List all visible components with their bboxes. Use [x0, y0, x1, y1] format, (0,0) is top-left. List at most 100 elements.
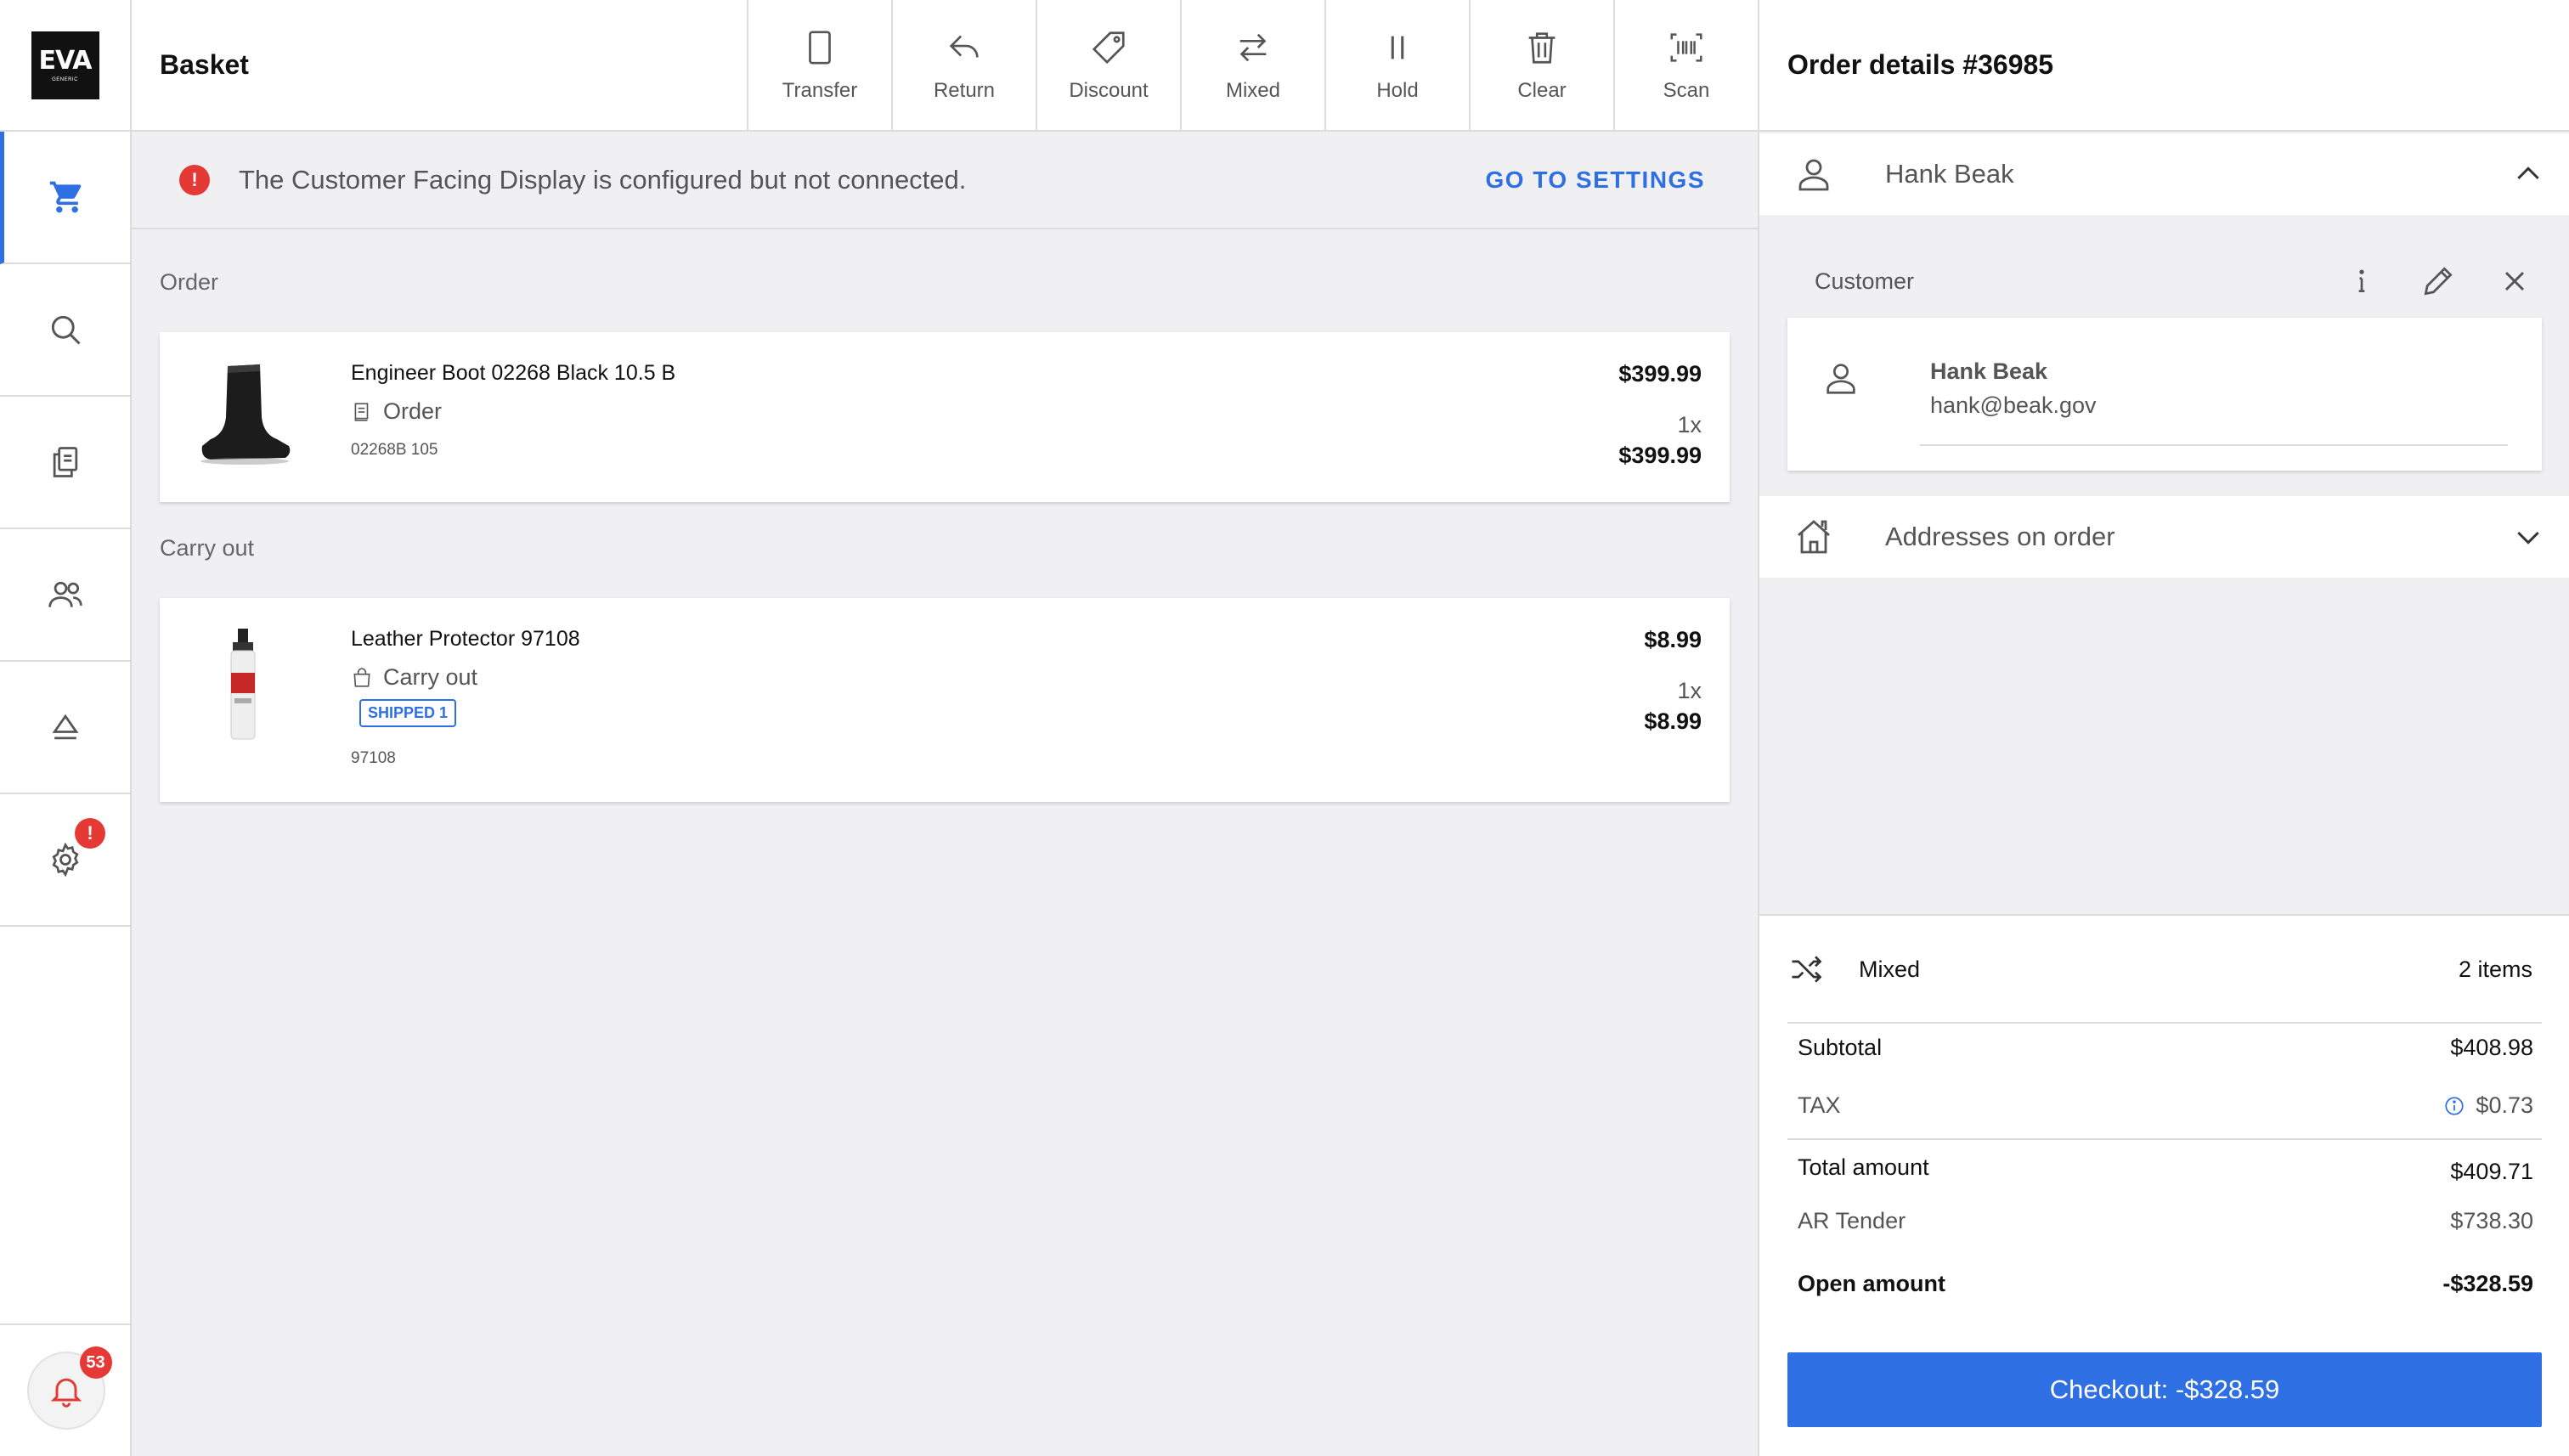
bell-icon: [50, 1378, 82, 1408]
discount-label: Discount: [1069, 78, 1149, 102]
return-button[interactable]: Return: [891, 0, 1036, 130]
total-label: Total amount: [1798, 1154, 1929, 1180]
tender-value: $738.30: [2450, 1208, 2533, 1233]
eva-logo[interactable]: EVA GENERIC: [31, 31, 99, 99]
quantity[interactable]: 1x: [1677, 678, 1702, 704]
scan-label: Scan: [1663, 78, 1710, 102]
shuffle-icon: [1792, 956, 1822, 983]
subtotal-label: Subtotal: [1798, 1035, 1883, 1060]
mixed-label: Mixed: [1225, 78, 1281, 102]
home-icon: [1798, 520, 1830, 554]
item-type-label: Order: [383, 398, 443, 424]
cart-icon: [49, 181, 82, 213]
edit-customer-button[interactable]: [2418, 261, 2459, 302]
return-icon: [949, 35, 979, 58]
close-icon: [2504, 271, 2525, 291]
total-row: Total amount $409.71: [1798, 1150, 2533, 1185]
addresses-accordion-title: Addresses on order: [1885, 522, 2115, 551]
display-alert: ! The Customer Facing Display is configu…: [132, 132, 1758, 229]
line-total: $8.99: [1644, 708, 1702, 734]
item-type: Order: [351, 398, 442, 425]
scan-button[interactable]: Scan: [1613, 0, 1758, 130]
logo-subtext: GENERIC: [52, 76, 78, 82]
tax-value-wrap: $0.73: [2443, 1092, 2533, 1119]
person-icon: [1827, 364, 1855, 394]
open-amount-label: Open amount: [1798, 1271, 1945, 1296]
eject-icon: [52, 714, 78, 740]
clear-label: Clear: [1517, 78, 1567, 102]
total-value: $409.71: [2450, 1159, 2533, 1184]
gear-icon: [52, 842, 78, 878]
transfer-label: Transfer: [782, 78, 858, 102]
boot-image: [200, 364, 291, 465]
nav-eject[interactable]: [0, 662, 130, 794]
item-type-label: Carry out: [383, 664, 478, 690]
info-button[interactable]: [2341, 261, 2382, 302]
customer-section-label: Customer: [1815, 268, 1915, 294]
tablet-icon: [809, 30, 831, 65]
line-total: $399.99: [1618, 443, 1702, 468]
product-sku: 97108: [351, 749, 396, 767]
delivery-mode: Mixed: [1859, 956, 1921, 982]
item-count: 2 items: [2458, 956, 2532, 982]
users-icon: [48, 581, 82, 607]
customer-card[interactable]: Hank Beak hank@beak.gov: [1787, 318, 2542, 471]
line-item[interactable]: Leather Protector 97108 Carry out SHIPPE…: [160, 598, 1730, 802]
customer-section-header: Customer: [1759, 251, 2569, 311]
nav-documents[interactable]: [0, 397, 130, 529]
return-label: Return: [933, 78, 996, 102]
tax-value: $0.73: [2476, 1092, 2533, 1118]
transfer-button[interactable]: Transfer: [747, 0, 891, 130]
nav-customers[interactable]: [0, 529, 130, 662]
alert-message: The Customer Facing Display is configure…: [239, 164, 967, 195]
subtotal-row: Subtotal $408.98: [1798, 1035, 2533, 1061]
discount-button[interactable]: Discount: [1036, 0, 1180, 130]
nav-settings[interactable]: !: [0, 794, 130, 927]
item-type: Carry out: [351, 664, 477, 691]
chevron-up-icon: [2517, 166, 2539, 180]
divider: [1920, 444, 2508, 446]
section-label-order: Order: [160, 269, 219, 295]
tender-row: AR Tender $738.30: [1798, 1208, 2533, 1234]
go-to-settings-link[interactable]: GO TO SETTINGS: [1485, 166, 1705, 194]
tax-row: TAX $0.73: [1798, 1092, 2533, 1119]
basket-toolbar: Basket Transfer Return Discount Mixed Ho…: [132, 0, 1758, 132]
order-details-title: Order details #36985: [1759, 0, 2569, 132]
logo-text: EVA: [38, 45, 93, 76]
clear-button[interactable]: Clear: [1469, 0, 1613, 130]
notifications-button[interactable]: 53: [26, 1346, 112, 1430]
customer-accordion-title: Hank Beak: [1885, 159, 2014, 189]
unit-price: $8.99: [1644, 627, 1702, 652]
unit-price: $399.99: [1618, 361, 1702, 387]
addresses-accordion-header[interactable]: Addresses on order: [1759, 496, 2569, 578]
notification-count: 53: [79, 1346, 112, 1379]
quantity[interactable]: 1x: [1677, 412, 1702, 438]
remove-customer-button[interactable]: [2494, 261, 2535, 302]
tag-icon: [1092, 31, 1125, 64]
customer-accordion-header[interactable]: Hank Beak: [1759, 133, 2569, 215]
subtotal-value: $408.98: [2450, 1035, 2533, 1060]
barcode-icon: [1670, 32, 1702, 62]
pause-icon: [1391, 36, 1404, 59]
info-icon: [2358, 269, 2365, 292]
trash-icon: [1528, 31, 1556, 64]
documents-icon: [53, 447, 77, 477]
shipped-badge: SHIPPED 1: [359, 699, 457, 727]
divider: [1787, 1138, 2542, 1140]
checkout-button[interactable]: Checkout: -$328.59: [1787, 1352, 2542, 1427]
settings-alert-badge: !: [75, 818, 105, 849]
page-title: Basket: [160, 49, 249, 80]
hold-button[interactable]: Hold: [1324, 0, 1469, 130]
customer-email: hank@beak.gov: [1930, 392, 2097, 418]
info-circle-icon[interactable]: [2443, 1095, 2465, 1117]
mixed-button[interactable]: Mixed: [1180, 0, 1324, 130]
hold-label: Hold: [1376, 78, 1419, 102]
delivery-mode-row: Mixed 2 items: [1759, 916, 2569, 1023]
nav-basket[interactable]: [0, 132, 130, 264]
nav-search[interactable]: [0, 264, 130, 397]
customer-name: Hank Beak: [1930, 358, 2048, 384]
order-details-panel: Order details #36985 Hank Beak Customer …: [1758, 0, 2569, 1456]
tax-label: TAX: [1798, 1092, 1841, 1118]
product-sku: 02268B 105: [351, 441, 438, 459]
line-item[interactable]: Engineer Boot 02268 Black 10.5 B Order 0…: [160, 332, 1730, 502]
